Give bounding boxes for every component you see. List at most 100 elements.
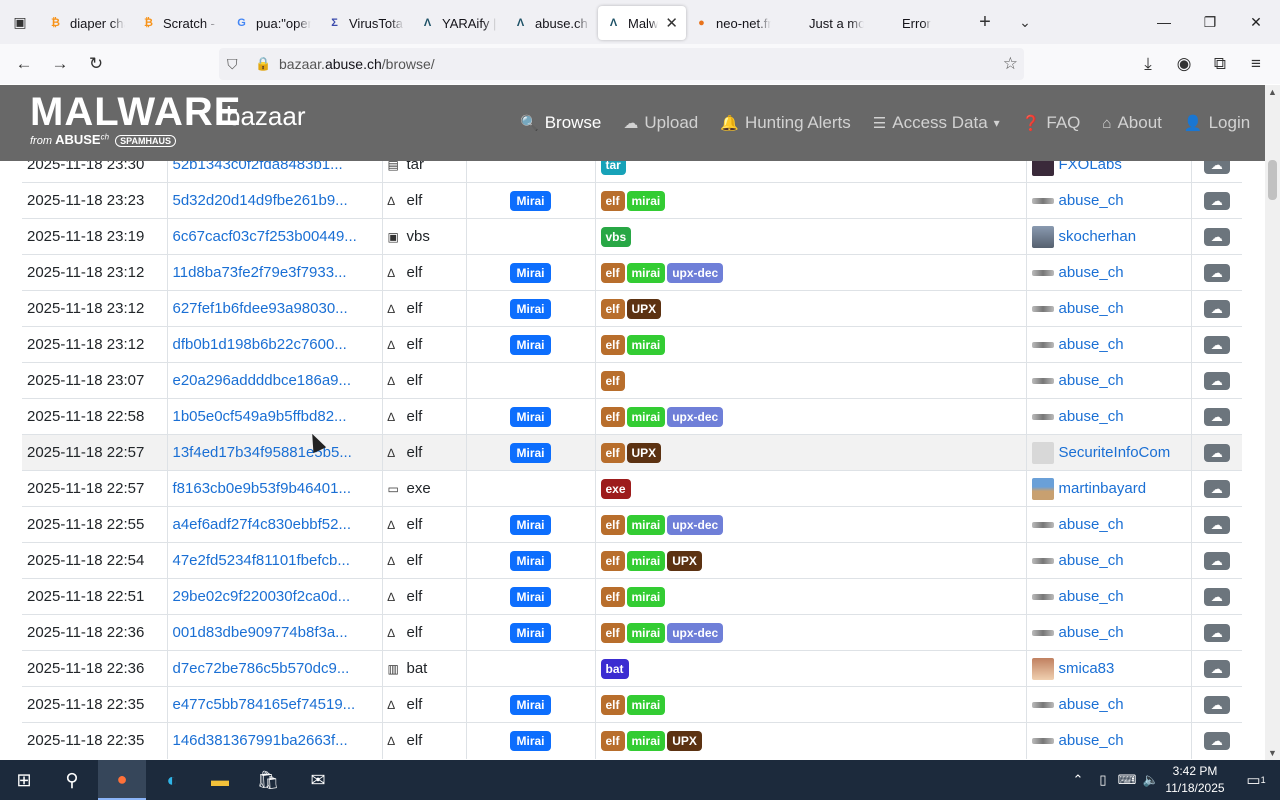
tag-badge[interactable]: mirai bbox=[626, 406, 666, 427]
page-scrollbar[interactable]: ▲ ▼ bbox=[1265, 85, 1280, 760]
hash-link[interactable]: 627fef1b6fdee93a98030... bbox=[167, 290, 383, 327]
store-icon[interactable]: 🛍 bbox=[244, 760, 292, 800]
tag-badge[interactable]: mirai bbox=[626, 586, 666, 607]
browser-tab[interactable]: Λ YARAify | C bbox=[412, 6, 505, 40]
browser-tab[interactable]: Just a moment bbox=[779, 6, 872, 40]
tag-badge[interactable]: mirai bbox=[626, 550, 666, 571]
hash-link[interactable]: 001d83dbe909774b8f3a... bbox=[167, 614, 383, 651]
signature-badge[interactable]: Mirai bbox=[510, 694, 551, 715]
url-bar[interactable]: ⛉ 🔒 bazaar.abuse.ch/browse/ ☆ bbox=[219, 48, 1024, 80]
close-window-button[interactable]: ✕ bbox=[1233, 0, 1279, 44]
tag-badge[interactable]: tar bbox=[600, 161, 626, 175]
taskbar-clock[interactable]: 3:42 PM 11/18/2025 bbox=[1160, 763, 1230, 797]
download-icon[interactable]: ☁ bbox=[1203, 587, 1230, 606]
browser-tab[interactable]: Λ Malwar ✕ bbox=[598, 6, 686, 40]
tray-device-icon[interactable]: ▯ bbox=[1092, 760, 1114, 800]
menu-icon[interactable]: ≡ bbox=[1238, 48, 1274, 80]
account-icon[interactable]: ◉ bbox=[1166, 48, 1202, 80]
hash-link[interactable]: 6c67cacf03c7f253b00449... bbox=[167, 218, 383, 255]
nav-about[interactable]: ⌂ About bbox=[1102, 113, 1162, 133]
reporter-link[interactable]: smica83 bbox=[1059, 659, 1115, 676]
download-icon[interactable]: ☁ bbox=[1203, 479, 1230, 498]
hash-link[interactable]: 5d32d20d14d9fbe261b9... bbox=[167, 182, 383, 219]
tag-badge[interactable]: upx-dec bbox=[667, 514, 724, 535]
reporter-link[interactable]: abuse_ch bbox=[1059, 264, 1124, 281]
list-all-tabs-icon[interactable]: ⌄ bbox=[1005, 14, 1045, 31]
nav-access-data[interactable]: ☰ Access Data ▾ bbox=[873, 113, 1000, 133]
tag-badge[interactable]: mirai bbox=[626, 190, 666, 211]
signature-badge[interactable]: Mirai bbox=[510, 190, 551, 211]
tag-badge[interactable]: mirai bbox=[626, 730, 666, 751]
reporter-link[interactable]: martinbayard bbox=[1059, 479, 1147, 496]
tag-badge[interactable]: elf bbox=[600, 334, 625, 355]
reporter-link[interactable]: abuse_ch bbox=[1059, 696, 1124, 713]
extensions-icon[interactable]: ⧉ bbox=[1202, 48, 1238, 80]
hash-link[interactable]: dfb0b1d198b6b22c7600... bbox=[167, 326, 383, 363]
reporter-link[interactable]: abuse_ch bbox=[1059, 372, 1124, 389]
reporter-link[interactable]: FXOLabs bbox=[1059, 161, 1122, 172]
tag-badge[interactable]: elf bbox=[600, 262, 625, 283]
nav-hunting-alerts[interactable]: 🔔 Hunting Alerts bbox=[720, 113, 851, 133]
tag-badge[interactable]: UPX bbox=[626, 298, 662, 319]
mail-icon[interactable]: ✉ bbox=[294, 760, 342, 800]
nav-upload[interactable]: ☁ Upload bbox=[623, 113, 698, 133]
browser-tab[interactable]: ₿ diaper cha bbox=[40, 6, 133, 40]
signature-badge[interactable]: Mirai bbox=[510, 730, 551, 751]
download-icon[interactable]: ☁ bbox=[1203, 659, 1230, 678]
reporter-link[interactable]: abuse_ch bbox=[1059, 336, 1124, 353]
windows-start-icon[interactable]: ⊞ bbox=[0, 760, 48, 800]
reporter-link[interactable]: abuse_ch bbox=[1059, 408, 1124, 425]
file-explorer-icon[interactable]: ▬ bbox=[196, 760, 244, 800]
hash-link[interactable]: 11d8ba73fe2f79e3f7933... bbox=[167, 254, 383, 291]
hash-link[interactable]: 52b1343c0f2fda8483b1... bbox=[167, 161, 383, 183]
download-icon[interactable]: ☁ bbox=[1203, 731, 1230, 750]
download-icon[interactable]: ☁ bbox=[1203, 515, 1230, 534]
reporter-link[interactable]: abuse_ch bbox=[1059, 300, 1124, 317]
download-icon[interactable]: ☁ bbox=[1203, 161, 1230, 174]
reporter-link[interactable]: abuse_ch bbox=[1059, 552, 1124, 569]
tag-badge[interactable]: elf bbox=[600, 730, 625, 751]
signature-badge[interactable]: Mirai bbox=[510, 550, 551, 571]
tag-badge[interactable]: elf bbox=[600, 622, 625, 643]
shield-icon[interactable]: ⛉ bbox=[227, 56, 238, 73]
download-icon[interactable]: ☁ bbox=[1203, 623, 1230, 642]
reload-icon[interactable]: ↻ bbox=[78, 48, 114, 80]
reporter-link[interactable]: abuse_ch bbox=[1059, 516, 1124, 533]
signature-badge[interactable]: Mirai bbox=[510, 442, 551, 463]
download-icon[interactable]: ☁ bbox=[1203, 227, 1230, 246]
edge-taskbar-icon[interactable]: ◐ bbox=[148, 760, 196, 800]
logo-bazaar[interactable]: bazaar bbox=[226, 101, 306, 132]
browser-tab[interactable]: Λabuse.ch | bbox=[505, 6, 598, 40]
signature-badge[interactable]: Mirai bbox=[510, 622, 551, 643]
tag-badge[interactable]: elf bbox=[600, 370, 625, 391]
logo-malware[interactable]: MALWARE bbox=[30, 90, 241, 135]
signature-badge[interactable]: Mirai bbox=[510, 334, 551, 355]
signature-badge[interactable]: Mirai bbox=[510, 298, 551, 319]
tag-badge[interactable]: mirai bbox=[626, 694, 666, 715]
tag-badge[interactable]: upx-dec bbox=[667, 262, 724, 283]
download-icon[interactable]: ☁ bbox=[1203, 299, 1230, 318]
tag-badge[interactable]: UPX bbox=[626, 442, 662, 463]
reporter-link[interactable]: skocherhan bbox=[1059, 227, 1137, 244]
bookmark-star-icon[interactable]: ☆ bbox=[1003, 54, 1018, 74]
nav-faq[interactable]: ❓ FAQ bbox=[1022, 113, 1081, 133]
download-icon[interactable]: ☁ bbox=[1203, 407, 1230, 426]
reporter-link[interactable]: abuse_ch bbox=[1059, 624, 1124, 641]
new-tab-button[interactable]: + bbox=[965, 11, 1005, 34]
signature-badge[interactable]: Mirai bbox=[510, 514, 551, 535]
restore-window-button[interactable]: ❐ bbox=[1187, 0, 1233, 44]
tag-badge[interactable]: elf bbox=[600, 514, 625, 535]
download-icon[interactable]: ☁ bbox=[1203, 263, 1230, 282]
tag-badge[interactable]: upx-dec bbox=[667, 622, 724, 643]
hash-link[interactable]: a4ef6adf27f4c830ebbf52... bbox=[167, 506, 383, 543]
back-arrow-icon[interactable]: ← bbox=[6, 48, 42, 80]
hash-link[interactable]: 13f4ed17b34f95881e5b5... bbox=[167, 434, 383, 471]
reporter-link[interactable]: SecuriteInfoCom bbox=[1059, 443, 1171, 460]
reporter-link[interactable]: abuse_ch bbox=[1059, 192, 1124, 209]
nav-browse[interactable]: 🔍 Browse bbox=[520, 113, 601, 133]
download-icon[interactable]: ☁ bbox=[1203, 443, 1230, 462]
scrollbar-thumb[interactable] bbox=[1268, 160, 1277, 200]
reporter-link[interactable]: abuse_ch bbox=[1059, 732, 1124, 749]
signature-badge[interactable]: Mirai bbox=[510, 262, 551, 283]
tag-badge[interactable]: bat bbox=[600, 658, 629, 679]
